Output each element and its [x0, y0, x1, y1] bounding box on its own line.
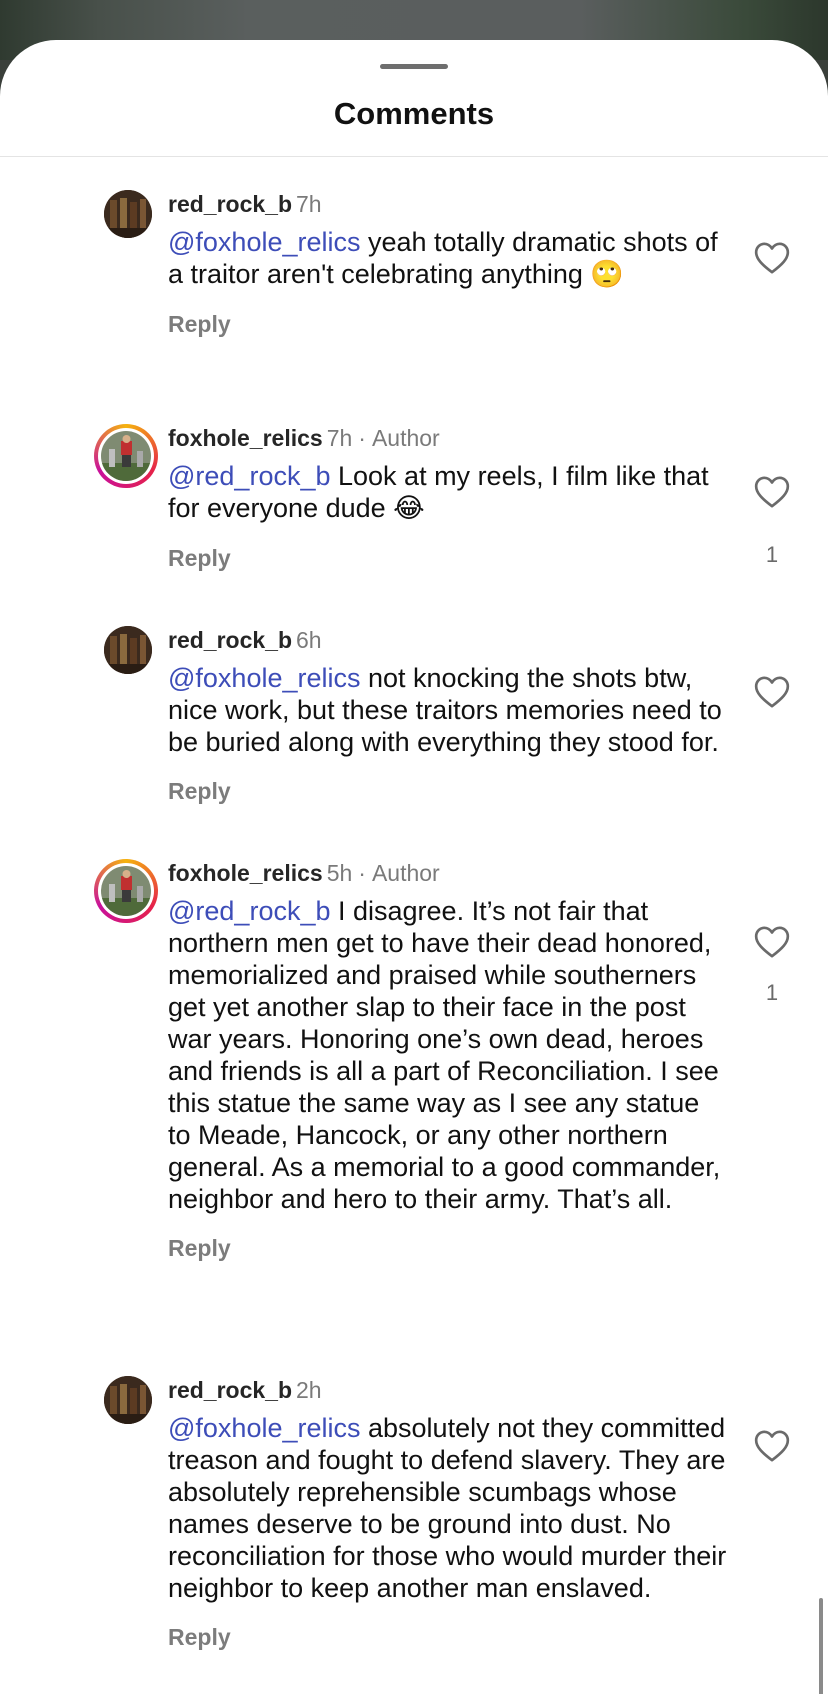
like-count: 1 [765, 542, 779, 567]
comment-meta: foxhole_relics 5h · Author [168, 859, 728, 887]
mention-link[interactable]: @foxhole_relics [168, 1413, 361, 1443]
mention-link[interactable]: @red_rock_b [168, 461, 331, 491]
reply-button[interactable]: Reply [168, 1624, 728, 1651]
comment-time: 6h [296, 627, 322, 653]
author-badge: Author [371, 425, 440, 451]
avatar [101, 431, 151, 481]
author-badge: Author [371, 860, 440, 886]
avatar[interactable] [104, 190, 152, 238]
reply-button[interactable]: Reply [168, 545, 728, 572]
comment-username[interactable]: foxhole_relics [168, 860, 323, 886]
comment-meta: red_rock_b 6h [168, 626, 728, 654]
comment-time: 7h [296, 191, 322, 217]
drag-handle[interactable] [380, 64, 448, 69]
comment-meta: red_rock_b 2h [168, 1376, 728, 1404]
heart-outline-icon[interactable] [752, 238, 792, 278]
comment-emoji: 🙄 [590, 259, 625, 290]
header-divider [0, 156, 828, 157]
avatar-story-ring[interactable] [94, 859, 158, 923]
meta-separator: · [358, 425, 366, 451]
comment-body: I disagree. It’s not fair that northern … [168, 896, 721, 1214]
comment-content: red_rock_b 6h @foxhole_relics not knockin… [168, 626, 728, 805]
avatar[interactable] [104, 1376, 152, 1424]
comment-text: @foxhole_relics not knocking the shots b… [168, 662, 728, 758]
comment-emoji: 😂 [393, 493, 425, 524]
heart-outline-icon[interactable] [752, 922, 792, 962]
mention-link[interactable]: @foxhole_relics [168, 663, 361, 693]
sheet-title: Comments [333, 96, 495, 131]
comment-time: 7h [326, 425, 353, 451]
comment-meta: foxhole_relics 7h · Author [168, 424, 728, 452]
heart-outline-icon[interactable] [752, 1426, 792, 1466]
comment-content: red_rock_b 7h @foxhole_relics yeah totall… [168, 190, 728, 338]
like-count: 1 [765, 980, 779, 1005]
comment-time: 2h [296, 1377, 322, 1403]
heart-outline-icon[interactable] [752, 672, 792, 712]
comment-username[interactable]: red_rock_b [168, 627, 292, 653]
comment-text: @red_rock_b Look at my reels, I film lik… [168, 460, 728, 525]
comment-time: 5h [326, 860, 353, 886]
reply-button[interactable]: Reply [168, 778, 728, 805]
comment-meta: red_rock_b 7h [168, 190, 728, 218]
reply-button[interactable]: Reply [168, 311, 728, 338]
comments-sheet: Comments red_rock_b 7h @foxhole_relics ye… [0, 40, 828, 1694]
mention-link[interactable]: @foxhole_relics [168, 227, 361, 257]
reply-button[interactable]: Reply [168, 1235, 728, 1262]
comment-username[interactable]: foxhole_relics [168, 425, 323, 451]
comment-username[interactable]: red_rock_b [168, 1377, 292, 1403]
meta-separator: · [358, 860, 366, 886]
avatar-story-ring[interactable] [94, 424, 158, 488]
comment-text: @red_rock_b I disagree. It’s not fair th… [168, 895, 728, 1215]
heart-outline-icon[interactable] [752, 472, 792, 512]
avatar [101, 866, 151, 916]
comment-content: foxhole_relics 5h · Author @red_rock_b I di… [168, 859, 728, 1262]
comment-username[interactable]: red_rock_b [168, 191, 292, 217]
avatar-ring-gap [98, 428, 154, 484]
comment-text: @foxhole_relics absolutely not they comm… [168, 1412, 728, 1604]
scrollbar[interactable] [819, 1598, 823, 1694]
avatar-ring-gap [98, 863, 154, 919]
comment-content: foxhole_relics 7h · Author @red_rock_b Look… [168, 424, 728, 572]
avatar[interactable] [104, 626, 152, 674]
comment-content: red_rock_b 2h @foxhole_relics absolutely … [168, 1376, 728, 1651]
comment-text: @foxhole_relics yeah totally dramatic sh… [168, 226, 728, 291]
mention-link[interactable]: @red_rock_b [168, 896, 331, 926]
